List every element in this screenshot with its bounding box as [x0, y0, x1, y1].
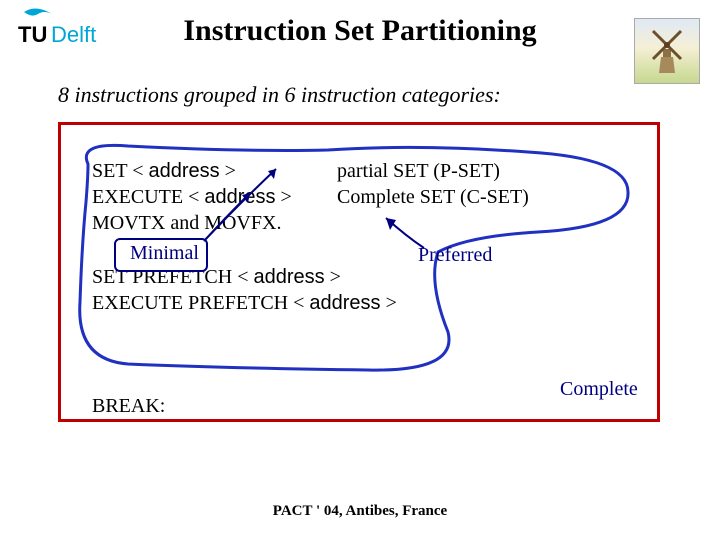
footer: PACT ' 04, Antibes, France: [0, 503, 720, 520]
instruction-list: SET < address > partial SET (P-SET) EXEC…: [92, 158, 652, 316]
minimal-label: Minimal: [130, 242, 199, 265]
subtitle: 8 instructions grouped in 6 instruction …: [58, 82, 501, 108]
instr-execute: EXECUTE < address >: [92, 184, 337, 210]
instr-cset: Complete SET (C-SET): [337, 184, 652, 210]
instr-set: SET < address >: [92, 158, 337, 184]
windmill-image: [634, 18, 700, 84]
instr-execute-prefetch: EXECUTE PREFETCH < address >: [92, 290, 472, 316]
instr-break: BREAK:: [92, 395, 165, 418]
preferred-label: Preferred: [418, 244, 492, 267]
instr-pset: partial SET (P-SET): [337, 158, 652, 184]
slide-title: Instruction Set Partitioning: [0, 14, 720, 48]
complete-label: Complete: [560, 378, 638, 401]
instr-movtx-movfx: MOVTX and MOVFX.: [92, 210, 652, 236]
